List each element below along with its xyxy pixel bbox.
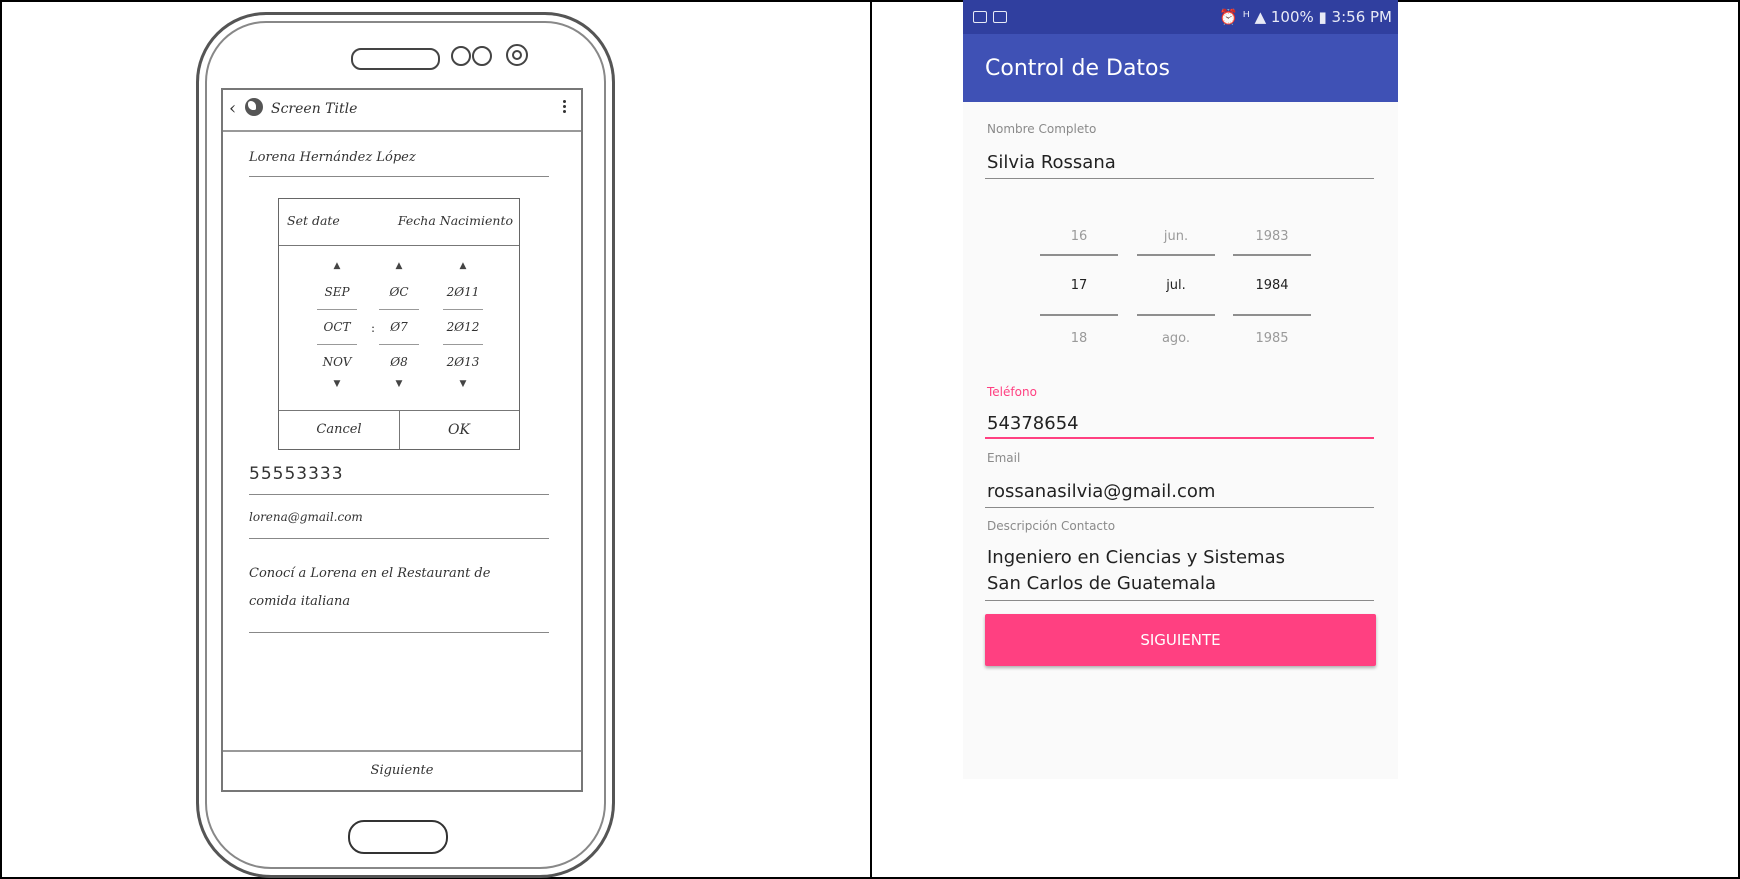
speaker-icon bbox=[351, 48, 440, 70]
wireframe-screen-title: Screen Title bbox=[271, 101, 358, 117]
dialog-title: Fecha Nacimiento bbox=[397, 213, 513, 228]
year-value: 2Ø11 bbox=[443, 275, 483, 310]
wireframe-description-field[interactable]: Conocí a Lorena en el Restaurant de comi… bbox=[249, 560, 549, 633]
day-prev[interactable]: 16 bbox=[1040, 229, 1118, 244]
voicemail-notification-icon bbox=[993, 11, 1007, 23]
picker-divider bbox=[1040, 314, 1118, 316]
camera-icon bbox=[506, 44, 528, 66]
email-input[interactable]: rossanasilvia@gmail.com bbox=[987, 481, 1215, 502]
column-divider bbox=[870, 0, 872, 879]
wireframe-phone: ‹ Screen Title Lorena Hernández López Se… bbox=[193, 8, 616, 878]
dialog-header: Set date Fecha Nacimiento bbox=[279, 199, 519, 246]
gallery-notification-icon bbox=[973, 11, 987, 23]
picker-divider bbox=[1137, 314, 1215, 316]
next-button[interactable]: SIGUIENTE bbox=[985, 614, 1376, 666]
day-next[interactable]: 18 bbox=[1040, 331, 1118, 346]
name-label: Nombre Completo bbox=[987, 122, 1097, 136]
app-title: Control de Datos bbox=[985, 56, 1170, 81]
phone-label: Teléfono bbox=[987, 385, 1037, 399]
sensor-icon bbox=[472, 46, 492, 66]
year-value: 2Ø12 bbox=[443, 310, 483, 345]
day-selected[interactable]: 17 bbox=[1040, 278, 1118, 293]
wireframe-email-field[interactable]: lorena@gmail.com bbox=[249, 510, 549, 539]
date-separator: : bbox=[371, 321, 376, 335]
day-value: Ø8 bbox=[390, 355, 408, 369]
wireframe-screen: ‹ Screen Title Lorena Hernández López Se… bbox=[221, 88, 583, 792]
cancel-button[interactable]: Cancel bbox=[279, 411, 400, 449]
overflow-menu-icon[interactable] bbox=[563, 98, 567, 115]
sensor-icon bbox=[451, 46, 471, 66]
year-selected[interactable]: 1984 bbox=[1233, 278, 1311, 293]
phone-underline bbox=[985, 437, 1374, 439]
globe-icon bbox=[245, 98, 263, 116]
dialog-set-date: Set date bbox=[287, 213, 340, 228]
email-label: Email bbox=[987, 451, 1021, 465]
down-arrow-icon[interactable]: ▼ bbox=[443, 379, 483, 393]
description-line: Conocí a Lorena en el Restaurant de bbox=[249, 566, 491, 581]
picker-divider bbox=[1040, 254, 1118, 256]
year-next[interactable]: 1985 bbox=[1233, 331, 1311, 346]
description-line: comida italiana bbox=[249, 594, 351, 609]
status-right: ⏰ ᴴ ▲ 100% ▮ 3:56 PM bbox=[1219, 8, 1392, 26]
status-bar: ⏰ ᴴ ▲ 100% ▮ 3:56 PM bbox=[963, 0, 1398, 34]
home-button[interactable] bbox=[348, 820, 448, 854]
description-label: Descripción Contacto bbox=[987, 519, 1116, 533]
day-value: Ø7 bbox=[379, 310, 419, 345]
wireframe-next-button[interactable]: Siguiente bbox=[223, 750, 581, 790]
day-column[interactable]: ▲ ØC Ø7 Ø8 ▼ bbox=[379, 261, 419, 393]
wireframe-name-field[interactable]: Lorena Hernández López bbox=[249, 150, 549, 177]
email-underline bbox=[985, 507, 1374, 508]
description-underline bbox=[985, 600, 1374, 601]
year-prev[interactable]: 1983 bbox=[1233, 229, 1311, 244]
dialog-footer: Cancel OK bbox=[279, 410, 519, 449]
name-underline bbox=[985, 178, 1374, 179]
up-arrow-icon[interactable]: ▲ bbox=[317, 261, 357, 275]
year-value: 2Ø13 bbox=[446, 355, 480, 369]
wireframe-date-dialog: Set date Fecha Nacimiento ▲ SEP OCT NOV … bbox=[278, 198, 520, 450]
back-icon[interactable]: ‹ bbox=[229, 98, 236, 119]
wireframe-phone-field[interactable]: 55553333 bbox=[249, 464, 549, 495]
name-input[interactable]: Silvia Rossana bbox=[987, 152, 1116, 173]
up-arrow-icon[interactable]: ▲ bbox=[443, 261, 483, 275]
month-next[interactable]: ago. bbox=[1137, 331, 1215, 346]
ok-button[interactable]: OK bbox=[400, 411, 518, 449]
wireframe-title-bar: ‹ Screen Title bbox=[223, 90, 581, 132]
down-arrow-icon[interactable]: ▼ bbox=[317, 379, 357, 393]
description-line: San Carlos de Guatemala bbox=[987, 573, 1217, 594]
month-prev[interactable]: jun. bbox=[1137, 229, 1215, 244]
year-column[interactable]: ▲ 2Ø11 2Ø12 2Ø13 ▼ bbox=[443, 261, 483, 393]
picker-divider bbox=[1233, 314, 1311, 316]
down-arrow-icon[interactable]: ▼ bbox=[379, 379, 419, 393]
month-selected[interactable]: jul. bbox=[1137, 278, 1215, 293]
up-arrow-icon[interactable]: ▲ bbox=[379, 261, 419, 275]
month-column[interactable]: ▲ SEP OCT NOV ▼ bbox=[317, 261, 357, 393]
picker-divider bbox=[1137, 254, 1215, 256]
android-app-screen: ⏰ ᴴ ▲ 100% ▮ 3:56 PM Control de Datos No… bbox=[963, 0, 1398, 779]
day-value: ØC bbox=[379, 275, 419, 310]
month-value: NOV bbox=[322, 355, 352, 369]
description-line: Ingeniero en Ciencias y Sistemas bbox=[987, 547, 1285, 568]
app-bar: Control de Datos bbox=[963, 34, 1398, 102]
picker-divider bbox=[1233, 254, 1311, 256]
phone-input[interactable]: 54378654 bbox=[987, 413, 1079, 434]
month-value: SEP bbox=[317, 275, 357, 310]
month-value: OCT bbox=[317, 310, 357, 345]
